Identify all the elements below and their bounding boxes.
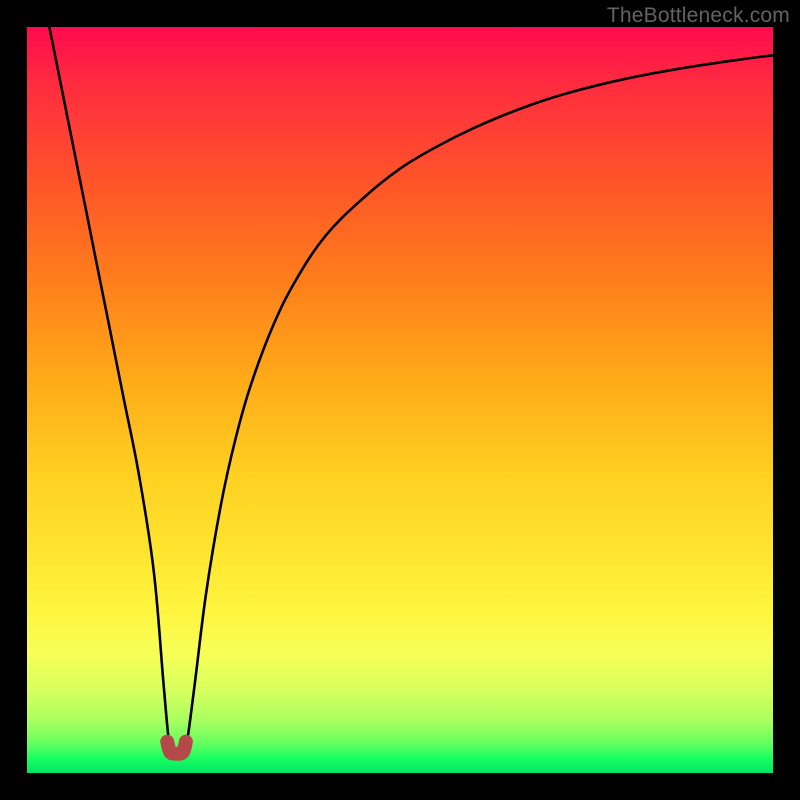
bottom-marker-path [167, 742, 186, 754]
chart-svg [27, 27, 773, 773]
main-curve-path [49, 27, 773, 754]
watermark-text: TheBottleneck.com [607, 4, 790, 28]
